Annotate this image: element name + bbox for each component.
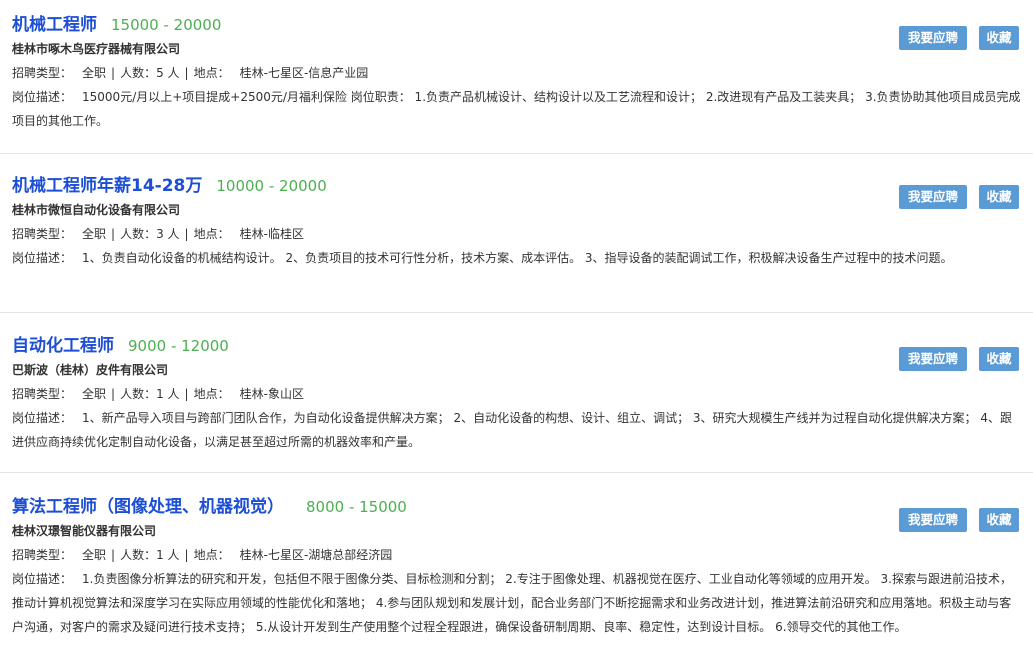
job-description: 岗位描述： 1、负责自动化设备的机械结构设计。 2、负责项目的技术可行性分析，技术…: [12, 246, 1022, 270]
job-title[interactable]: 机械工程师年薪14-28万: [12, 171, 202, 196]
job-desc-text: 15000元/月以上+项目提成+2500元/月福利保险 岗位职责： 1.负责产品…: [12, 90, 1021, 128]
meta-divider: |: [184, 227, 189, 241]
location-label: 地点：: [193, 66, 230, 80]
job-meta: 招聘类型： 全职 | 人数：1 人 | 地点： 桂林-七星区-湖塘总部经济园: [12, 543, 1021, 567]
job-card: 机械工程师年薪14-28万 10000 - 20000 桂林市微恒自动化设备有限…: [0, 171, 1033, 270]
job-card: 算法工程师（图像处理、机器视觉） 8000 - 15000 桂林汉璟智能仪器有限…: [0, 492, 1033, 639]
apply-button[interactable]: 我要应聘: [899, 347, 967, 371]
job-location: 桂林-临桂区: [239, 227, 304, 241]
job-count: 5 人: [156, 66, 180, 80]
meta-divider: |: [111, 66, 116, 80]
job-location: 桂林-七星区-信息产业园: [239, 66, 369, 80]
location-label: 地点：: [193, 227, 230, 241]
job-title[interactable]: 机械工程师: [12, 10, 97, 35]
job-divider: [0, 312, 1033, 313]
job-type: 全职: [82, 66, 107, 80]
job-description: 岗位描述： 15000元/月以上+项目提成+2500元/月福利保险 岗位职责： 1…: [12, 85, 1022, 133]
count-label: 人数：: [120, 227, 157, 241]
job-description: 岗位描述： 1.负责图像分析算法的研究和开发，包括但不限于图像分类、目标检测和分割…: [12, 567, 1022, 639]
job-title[interactable]: 自动化工程师: [12, 331, 114, 356]
meta-divider: |: [184, 66, 189, 80]
apply-button[interactable]: 我要应聘: [899, 185, 967, 209]
job-type: 全职: [82, 387, 107, 401]
location-label: 地点：: [193, 387, 230, 401]
job-salary: 15000 - 20000: [111, 16, 222, 34]
meta-divider: |: [111, 548, 116, 562]
type-label: 招聘类型：: [12, 548, 73, 562]
company-name[interactable]: 桂林市啄木鸟医疗器械有限公司: [12, 40, 1021, 58]
job-card: 机械工程师 15000 - 20000 桂林市啄木鸟医疗器械有限公司 招聘类型：…: [0, 10, 1033, 133]
job-meta: 招聘类型： 全职 | 人数：3 人 | 地点： 桂林-临桂区: [12, 222, 1021, 246]
meta-divider: |: [184, 387, 189, 401]
type-label: 招聘类型：: [12, 66, 73, 80]
company-name[interactable]: 巴斯波（桂林）皮件有限公司: [12, 361, 1021, 379]
job-divider: [0, 472, 1033, 473]
meta-divider: |: [184, 548, 189, 562]
job-salary: 9000 - 12000: [128, 337, 229, 355]
job-salary: 8000 - 15000: [306, 498, 407, 516]
job-count: 1 人: [156, 387, 180, 401]
job-title-row: 自动化工程师 9000 - 12000: [12, 331, 1021, 356]
meta-divider: |: [111, 227, 116, 241]
job-salary: 10000 - 20000: [216, 177, 327, 195]
desc-label: 岗位描述：: [12, 251, 73, 265]
location-label: 地点：: [193, 548, 230, 562]
job-title-row: 机械工程师 15000 - 20000: [12, 10, 1021, 35]
job-title-row: 算法工程师（图像处理、机器视觉） 8000 - 15000: [12, 492, 1021, 517]
job-list: 机械工程师 15000 - 20000 桂林市啄木鸟医疗器械有限公司 招聘类型：…: [0, 0, 1033, 668]
job-card: 自动化工程师 9000 - 12000 巴斯波（桂林）皮件有限公司 招聘类型： 全…: [0, 331, 1033, 454]
job-desc-text: 1、新产品导入项目与跨部门团队合作，为自动化设备提供解决方案； 2、自动化设备的…: [12, 411, 1013, 449]
job-desc-text: 1、负责自动化设备的机械结构设计。 2、负责项目的技术可行性分析，技术方案、成本…: [82, 251, 953, 265]
job-title-row: 机械工程师年薪14-28万 10000 - 20000: [12, 171, 1021, 196]
favorite-button[interactable]: 收藏: [979, 26, 1019, 50]
count-label: 人数：: [120, 66, 157, 80]
job-location: 桂林-象山区: [239, 387, 304, 401]
desc-label: 岗位描述：: [12, 411, 73, 425]
desc-label: 岗位描述：: [12, 90, 73, 104]
type-label: 招聘类型：: [12, 227, 73, 241]
desc-label: 岗位描述：: [12, 572, 73, 586]
job-count: 3 人: [156, 227, 180, 241]
job-count: 1 人: [156, 548, 180, 562]
job-divider: [0, 153, 1033, 154]
count-label: 人数：: [120, 387, 157, 401]
favorite-button[interactable]: 收藏: [979, 347, 1019, 371]
favorite-button[interactable]: 收藏: [979, 508, 1019, 532]
job-meta: 招聘类型： 全职 | 人数：5 人 | 地点： 桂林-七星区-信息产业园: [12, 61, 1021, 85]
job-type: 全职: [82, 548, 107, 562]
company-name[interactable]: 桂林市微恒自动化设备有限公司: [12, 201, 1021, 219]
job-description: 岗位描述： 1、新产品导入项目与跨部门团队合作，为自动化设备提供解决方案； 2、自…: [12, 406, 1022, 454]
job-desc-text: 1.负责图像分析算法的研究和开发，包括但不限于图像分类、目标检测和分割； 2.专…: [12, 572, 1012, 634]
job-location: 桂林-七星区-湖塘总部经济园: [239, 548, 393, 562]
apply-button[interactable]: 我要应聘: [899, 508, 967, 532]
count-label: 人数：: [120, 548, 157, 562]
type-label: 招聘类型：: [12, 387, 73, 401]
meta-divider: |: [111, 387, 116, 401]
favorite-button[interactable]: 收藏: [979, 185, 1019, 209]
job-meta: 招聘类型： 全职 | 人数：1 人 | 地点： 桂林-象山区: [12, 382, 1021, 406]
apply-button[interactable]: 我要应聘: [899, 26, 967, 50]
company-name[interactable]: 桂林汉璟智能仪器有限公司: [12, 522, 1021, 540]
job-title[interactable]: 算法工程师（图像处理、机器视觉）: [12, 492, 284, 517]
job-type: 全职: [82, 227, 107, 241]
